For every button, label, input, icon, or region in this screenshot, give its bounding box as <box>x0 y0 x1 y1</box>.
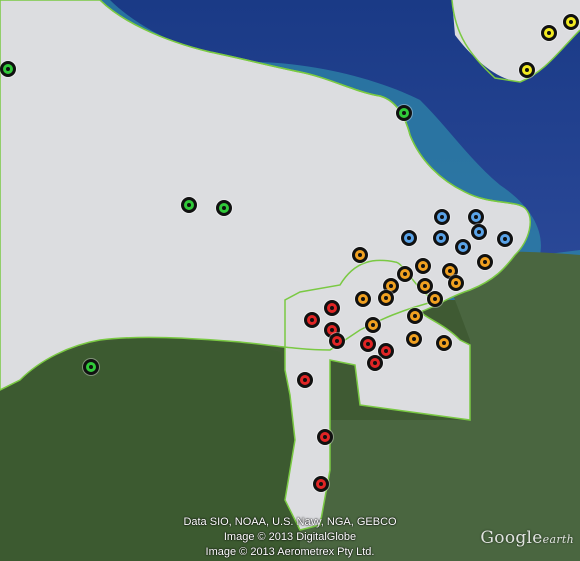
blue-marker[interactable] <box>497 231 513 247</box>
yellow-marker[interactable] <box>519 62 535 78</box>
map-base <box>0 0 580 561</box>
google-earth-logo: Googleearth <box>480 528 574 548</box>
red-marker[interactable] <box>360 336 376 352</box>
orange-marker[interactable] <box>355 291 371 307</box>
green-marker[interactable] <box>181 197 197 213</box>
orange-marker[interactable] <box>427 291 443 307</box>
orange-marker[interactable] <box>397 266 413 282</box>
orange-marker[interactable] <box>365 317 381 333</box>
green-marker[interactable] <box>0 61 16 77</box>
orange-marker[interactable] <box>407 308 423 324</box>
blue-marker[interactable] <box>455 239 471 255</box>
orange-marker[interactable] <box>448 275 464 291</box>
green-marker[interactable] <box>216 200 232 216</box>
orange-marker[interactable] <box>436 335 452 351</box>
satellite-map[interactable]: Data SIO, NOAA, U.S. Navy, NGA, GEBCO Im… <box>0 0 580 561</box>
yellow-marker[interactable] <box>563 14 579 30</box>
blue-marker[interactable] <box>471 224 487 240</box>
orange-marker[interactable] <box>477 254 493 270</box>
orange-marker[interactable] <box>415 258 431 274</box>
red-marker[interactable] <box>317 429 333 445</box>
red-marker[interactable] <box>297 372 313 388</box>
orange-marker[interactable] <box>378 290 394 306</box>
green-marker[interactable] <box>396 105 412 121</box>
green-marker[interactable] <box>83 359 99 375</box>
blue-marker[interactable] <box>433 230 449 246</box>
red-marker[interactable] <box>367 355 383 371</box>
yellow-marker[interactable] <box>541 25 557 41</box>
red-marker[interactable] <box>313 476 329 492</box>
orange-marker[interactable] <box>352 247 368 263</box>
blue-marker[interactable] <box>468 209 484 225</box>
red-marker[interactable] <box>329 333 345 349</box>
blue-marker[interactable] <box>434 209 450 225</box>
logo-product: earth <box>542 533 574 546</box>
logo-brand: Google <box>480 528 543 548</box>
blue-marker[interactable] <box>401 230 417 246</box>
orange-marker[interactable] <box>406 331 422 347</box>
red-marker[interactable] <box>324 300 340 316</box>
red-marker[interactable] <box>304 312 320 328</box>
